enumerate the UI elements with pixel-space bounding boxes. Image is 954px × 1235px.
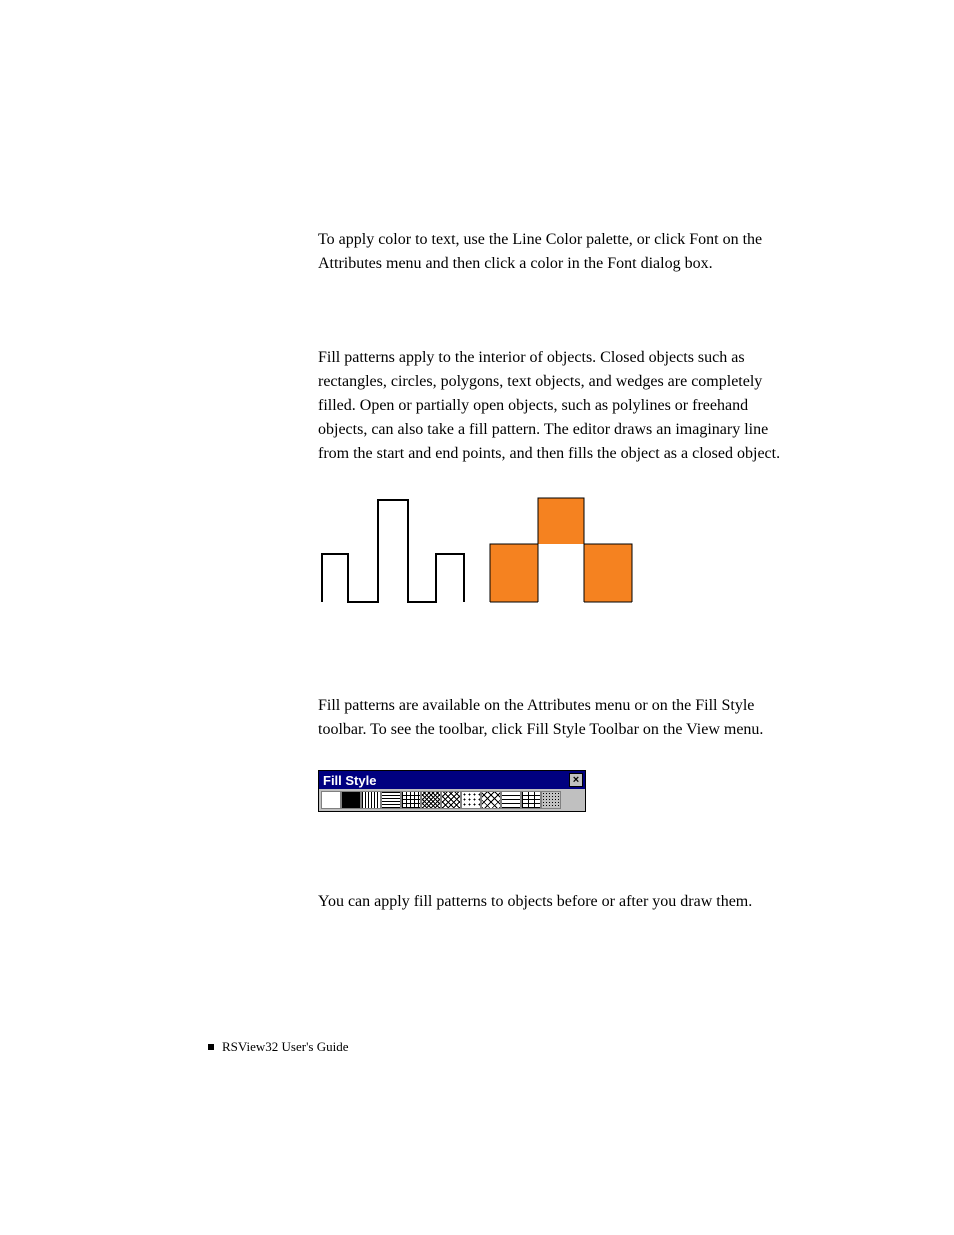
fill-pattern-illustration [318, 494, 798, 604]
fill-swatch-diagcross[interactable] [441, 791, 461, 809]
paragraph-text-color: To apply color to text, use the Line Col… [318, 228, 798, 276]
fill-style-toolbar: Fill Style × [318, 770, 586, 812]
page-footer: RSView32 User's Guide [208, 1039, 349, 1055]
fill-swatch-vertical[interactable] [361, 791, 381, 809]
paragraph-fill-patterns-intro: Fill patterns apply to the interior of o… [318, 346, 798, 466]
page-content: To apply color to text, use the Line Col… [318, 228, 798, 938]
fill-swatch-diagcross-wide[interactable] [481, 791, 501, 809]
fill-swatch-none[interactable] [321, 791, 341, 809]
fill-swatch-halftone[interactable] [541, 791, 561, 809]
fill-swatch-horizontal[interactable] [381, 791, 401, 809]
fill-swatch-dots[interactable] [461, 791, 481, 809]
fill-style-title-label: Fill Style [323, 773, 376, 788]
fill-style-titlebar: Fill Style × [319, 771, 585, 789]
footer-text: RSView32 User's Guide [222, 1039, 349, 1055]
bullet-icon [208, 1044, 214, 1050]
paragraph-fill-style-toolbar: Fill patterns are available on the Attri… [318, 694, 798, 742]
fill-swatch-brick[interactable] [521, 791, 541, 809]
fill-swatch-solid[interactable] [341, 791, 361, 809]
close-button[interactable]: × [569, 773, 583, 787]
paragraph-apply-fill: You can apply fill patterns to objects b… [318, 890, 798, 914]
fill-swatch-cross[interactable] [401, 791, 421, 809]
fill-style-swatches [319, 789, 585, 811]
fill-swatch-wave[interactable] [501, 791, 521, 809]
fill-swatch-diagcross-dense[interactable] [421, 791, 441, 809]
